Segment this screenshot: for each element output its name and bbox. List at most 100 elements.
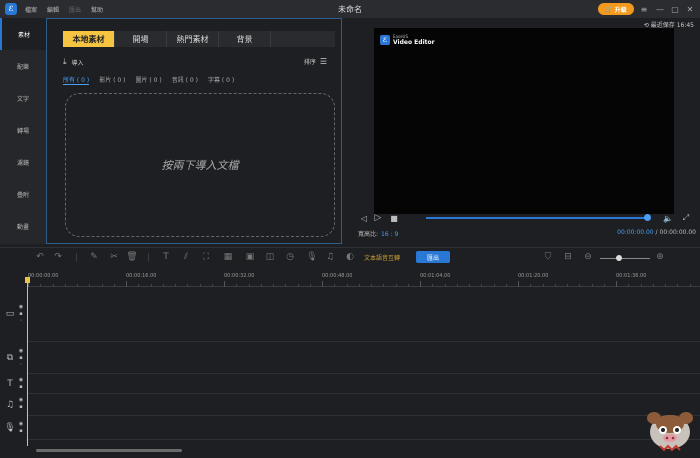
ruler-minor-tick	[199, 284, 201, 287]
filter-image[interactable]: 圖片 ( 0 )	[135, 75, 161, 85]
overlay-track-icon: ⧉	[6, 353, 14, 363]
sidebar-item-text[interactable]: 文字	[0, 82, 46, 114]
eye-icon[interactable]: ◉	[18, 304, 24, 310]
redo-icon[interactable]: ↷	[52, 251, 64, 263]
mosaic-icon[interactable]: ▦	[222, 251, 234, 263]
ruler-minor-tick	[665, 284, 666, 287]
undo-icon[interactable]: ↶	[34, 251, 46, 263]
ruler-minor-tick	[175, 284, 176, 287]
maximize-icon[interactable]: ▢	[669, 3, 681, 15]
mute-icon[interactable]: ◦	[18, 362, 24, 368]
freeze-frame-icon[interactable]: ▣	[244, 251, 256, 263]
zoom-out-icon[interactable]: ⊖	[582, 251, 594, 263]
filter-audio[interactable]: 音訊 ( 0 )	[172, 75, 198, 85]
eye-icon[interactable]: ◉	[18, 377, 24, 383]
volume-icon[interactable]: 🔈	[662, 212, 674, 224]
menu-file[interactable]: 檔案	[25, 5, 37, 14]
zoom-slider-knob[interactable]	[616, 255, 622, 261]
ruler-minor-tick	[64, 284, 66, 287]
mute-icon[interactable]: ◦	[18, 318, 24, 324]
video-track[interactable]	[28, 288, 700, 342]
voice-changer-icon[interactable]: ♫	[324, 251, 336, 263]
menu-export[interactable]: 匯出	[69, 5, 81, 14]
ruler-minor-tick	[395, 284, 397, 287]
sidebar-item-media[interactable]: 素材	[0, 18, 46, 50]
music-track[interactable]	[28, 394, 700, 416]
watermark: ℰ EaseUS Video Editor	[380, 34, 435, 46]
sidebar-item-overlay[interactable]: 疊附	[0, 178, 46, 210]
sort-button[interactable]: 排序 ☰	[304, 57, 327, 66]
ruler-major-tick	[224, 281, 225, 287]
menu-help[interactable]: 幫助	[91, 5, 103, 14]
text-track[interactable]	[28, 374, 700, 394]
scissors-icon[interactable]: ✂	[108, 251, 120, 263]
ruler-minor-tick	[346, 284, 348, 287]
voice-track-icon: 🎙	[4, 423, 16, 433]
ruler-label: 00:00:00.00	[28, 273, 59, 279]
menu-edit[interactable]: 編輯	[47, 5, 59, 14]
shield-icon[interactable]: ⛉	[542, 251, 554, 263]
lock-icon[interactable]: ▪	[18, 311, 24, 317]
sidebar-item-music[interactable]: 配樂	[0, 50, 46, 82]
ruler-minor-tick	[640, 284, 642, 287]
tab-background[interactable]: 背景	[219, 31, 271, 47]
trash-icon[interactable]: 🗑	[126, 251, 138, 263]
edit-icon[interactable]: ✎	[88, 251, 100, 263]
tab-intro[interactable]: 開場	[115, 31, 167, 47]
eye-icon[interactable]: ◉	[18, 348, 24, 354]
app-window: ℰ 檔案 編輯 匯出 幫助 未命名 🛒 升級 ≡ — ▢ ✕ 素材 配樂 文字 …	[0, 0, 700, 458]
upgrade-button[interactable]: 🛒 升級	[598, 3, 634, 15]
ruler-minor-tick	[248, 284, 250, 287]
crop-icon[interactable]: ⛶	[200, 251, 212, 263]
scrubber-knob[interactable]	[644, 214, 651, 221]
playback-scrubber[interactable]	[426, 217, 648, 219]
step-back-icon[interactable]: ◁	[358, 212, 370, 224]
fullscreen-icon[interactable]: ⤢	[680, 212, 692, 224]
tab-popular[interactable]: 熱門素材	[167, 31, 219, 47]
filter-subtitle[interactable]: 字幕 ( 0 )	[208, 75, 234, 85]
aspect-value[interactable]: 16 : 9	[381, 231, 398, 238]
eye-icon[interactable]: ◉	[18, 397, 24, 403]
track-header-text: T ◉ ▪	[0, 374, 28, 394]
ruler-minor-tick	[652, 284, 654, 287]
text-icon[interactable]: T	[160, 251, 172, 263]
import-button[interactable]: ⤓ 導入	[63, 57, 84, 67]
tab-local-media[interactable]: 本地素材	[63, 31, 115, 47]
voice-track[interactable]	[28, 416, 700, 440]
eye-icon[interactable]: ◉	[18, 421, 24, 427]
play-icon[interactable]: ▷	[372, 212, 384, 224]
time-current: 00:00:00.00	[617, 229, 654, 236]
zoom-in-icon[interactable]: ⊕	[654, 251, 666, 263]
minimize-icon[interactable]: —	[654, 3, 666, 15]
ruler-minor-tick	[113, 284, 115, 287]
lock-icon[interactable]: ▪	[18, 428, 24, 434]
microphone-icon[interactable]: 🎙	[306, 251, 318, 263]
sidebar-item-animation[interactable]: 動畫	[0, 210, 46, 242]
split-icon[interactable]: ⫽	[180, 251, 192, 263]
menu-icon[interactable]: ≡	[638, 3, 650, 15]
timecode: 00:00:00.00 / 00:00:00.00	[617, 229, 696, 236]
filter-all[interactable]: 所有 ( 0 )	[63, 75, 90, 85]
color-icon[interactable]: ◐	[344, 251, 356, 263]
lock-icon[interactable]: ▪	[18, 404, 24, 410]
playhead[interactable]	[27, 280, 28, 446]
lock-icon[interactable]: ▪	[18, 355, 24, 361]
zoom-slider[interactable]	[600, 258, 650, 259]
duration-icon[interactable]: ◷	[284, 251, 296, 263]
speech-to-text-button[interactable]: 文本語音互轉	[364, 253, 400, 262]
import-dropzone[interactable]: 按兩下導入文檔	[65, 93, 335, 237]
filter-video[interactable]: 影片 ( 0 )	[99, 75, 125, 85]
ruler-major-tick	[126, 281, 127, 287]
screenshot-icon[interactable]: ◫	[264, 251, 276, 263]
stop-icon[interactable]: ■	[388, 212, 400, 224]
lock-icon[interactable]: ▪	[18, 384, 24, 390]
overlay-track[interactable]	[28, 342, 700, 374]
sidebar-item-transition[interactable]: 轉場	[0, 114, 46, 146]
sidebar: 素材 配樂 文字 轉場 濾鏡 疊附 動畫	[0, 18, 46, 244]
timeline-scrollbar[interactable]	[36, 449, 182, 452]
close-icon[interactable]: ✕	[684, 3, 696, 15]
fit-timeline-icon[interactable]: ⊟	[562, 251, 574, 263]
sidebar-item-filter[interactable]: 濾鏡	[0, 146, 46, 178]
export-button[interactable]: 匯出	[416, 251, 450, 263]
timeline-ruler[interactable]: 00:00:00.00 00:00:16.00 00:00:32.00 00:0…	[28, 269, 700, 287]
